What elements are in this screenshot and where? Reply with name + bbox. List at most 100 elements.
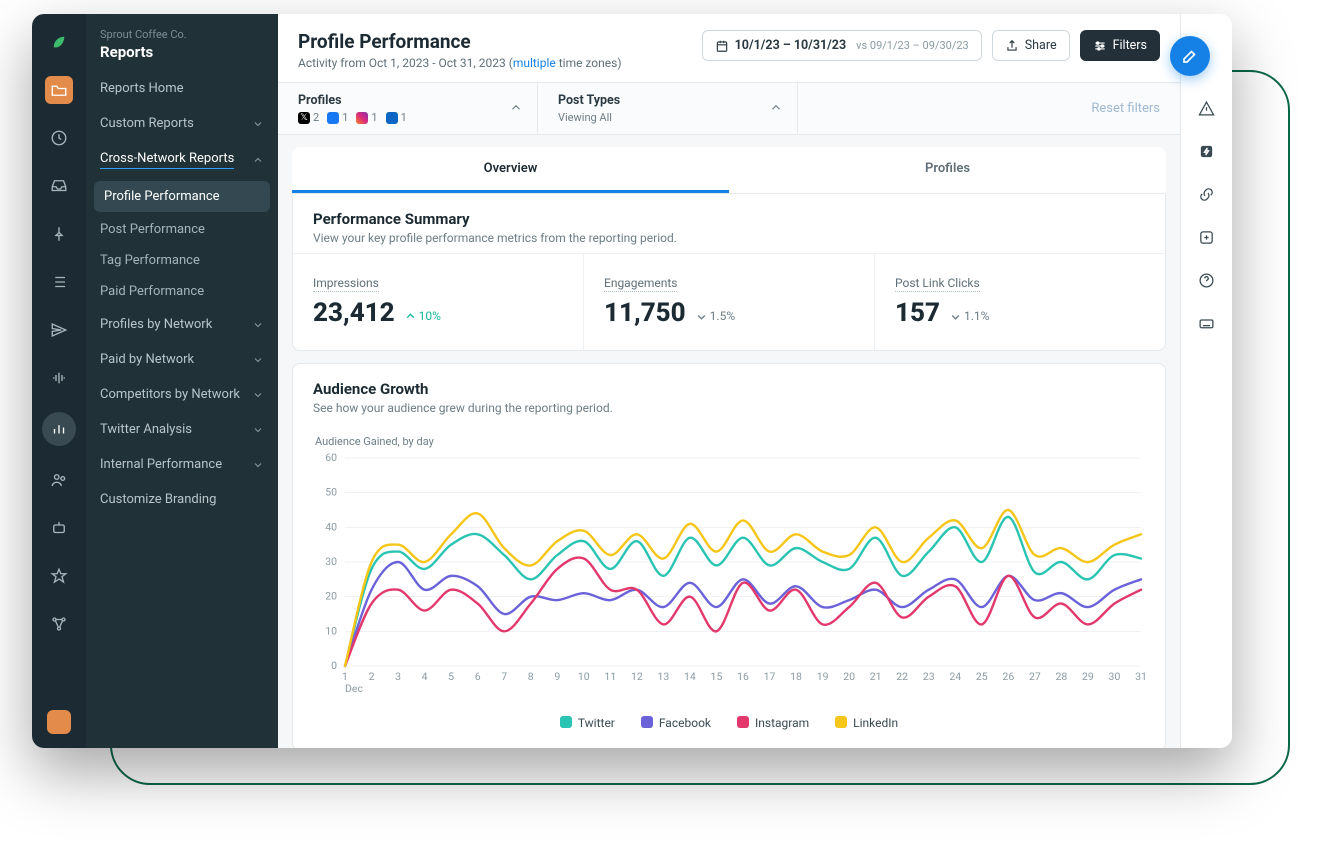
metric-label: Engagements: [604, 276, 677, 292]
alert-icon[interactable]: [1198, 100, 1215, 121]
svg-text:23: 23: [923, 670, 935, 683]
growth-title: Audience Growth: [313, 380, 1145, 398]
chevron-down-icon: [252, 118, 264, 130]
chevron-down-icon: [252, 459, 264, 471]
svg-text:30: 30: [325, 555, 337, 568]
svg-text:20: 20: [843, 670, 855, 683]
tab-profiles[interactable]: Profiles: [729, 147, 1166, 193]
date-range-button[interactable]: 10/1/23 – 10/31/23 vs 09/1/23 – 09/30/23: [702, 30, 982, 61]
svg-text:11: 11: [604, 670, 616, 683]
nav-profiles-by-network[interactable]: Profiles by Network: [86, 307, 278, 342]
metric-delta: 1.1%: [950, 309, 989, 323]
nav-internal-performance[interactable]: Internal Performance: [86, 447, 278, 482]
svg-text:30: 30: [1109, 670, 1121, 683]
avatar-icon[interactable]: [47, 710, 71, 734]
audio-icon[interactable]: [45, 364, 73, 392]
reset-filters-link[interactable]: Reset filters: [1091, 101, 1160, 116]
bar-chart-icon[interactable]: [42, 412, 76, 446]
filters-button[interactable]: Filters: [1080, 30, 1160, 61]
nav-post-performance[interactable]: Post Performance: [86, 214, 278, 245]
facebook-icon: [327, 112, 339, 124]
chart-legend: Twitter Facebook Instagram LinkedIn: [311, 706, 1147, 734]
summary-title: Performance Summary: [313, 210, 1145, 228]
section-title: Reports: [100, 43, 264, 61]
legend-linkedin: LinkedIn: [835, 716, 898, 730]
nav-twitter-analysis[interactable]: Twitter Analysis: [86, 412, 278, 447]
svg-text:0: 0: [331, 659, 337, 672]
svg-text:9: 9: [554, 670, 560, 683]
nav-paid-by-network[interactable]: Paid by Network: [86, 342, 278, 377]
nav-customize-branding[interactable]: Customize Branding: [86, 482, 278, 517]
keyboard-icon[interactable]: [1198, 315, 1215, 336]
timezone-link[interactable]: multiple: [513, 56, 556, 70]
star-icon[interactable]: [45, 562, 73, 590]
svg-text:16: 16: [737, 670, 749, 683]
chevron-down-icon: [252, 354, 264, 366]
svg-text:3: 3: [395, 670, 401, 683]
add-icon[interactable]: [1198, 229, 1215, 250]
svg-text:26: 26: [1002, 670, 1014, 683]
arrow-down-icon: [696, 310, 707, 321]
svg-text:24: 24: [949, 670, 961, 683]
metric-value: 23,412: [313, 298, 395, 328]
legend-twitter: Twitter: [560, 716, 615, 730]
nav-competitors-by-network[interactable]: Competitors by Network: [86, 377, 278, 412]
nav-tag-performance[interactable]: Tag Performance: [86, 245, 278, 276]
summary-subtitle: View your key profile performance metric…: [313, 231, 1145, 245]
nav-reports-home[interactable]: Reports Home: [86, 71, 278, 106]
chevron-up-icon: [509, 99, 523, 118]
compose-button[interactable]: [1170, 36, 1210, 76]
side-navigation: Sprout Coffee Co. Reports Reports Home C…: [86, 14, 278, 748]
network-icon[interactable]: [45, 610, 73, 638]
audience-growth-card: Audience Growth See how your audience gr…: [292, 363, 1166, 748]
svg-text:10: 10: [578, 670, 590, 683]
post-types-filter[interactable]: Post Types Viewing All: [538, 83, 798, 134]
list-icon[interactable]: [45, 268, 73, 296]
svg-text:31: 31: [1135, 670, 1147, 683]
svg-text:12: 12: [631, 670, 643, 683]
tabs: Overview Profiles: [292, 147, 1166, 193]
tab-overview[interactable]: Overview: [292, 147, 729, 193]
nav-paid-performance[interactable]: Paid Performance: [86, 276, 278, 307]
main-content: Profile Performance Activity from Oct 1,…: [278, 14, 1180, 748]
svg-text:25: 25: [976, 670, 988, 683]
people-icon[interactable]: [45, 466, 73, 494]
leaf-logo-icon[interactable]: [45, 28, 73, 56]
metric-card: Post Link Clicks1571.1%: [875, 254, 1165, 350]
bolt-icon[interactable]: [1198, 143, 1215, 164]
svg-text:60: 60: [325, 452, 337, 464]
right-rail: [1180, 14, 1232, 748]
nav-profile-performance[interactable]: Profile Performance: [94, 181, 270, 212]
compass-icon[interactable]: [45, 124, 73, 152]
bot-icon[interactable]: [45, 514, 73, 542]
metric-card: Engagements11,7501.5%: [584, 254, 875, 350]
calendar-icon: [715, 39, 729, 53]
arrow-up-icon: [405, 310, 416, 321]
folder-icon[interactable]: [45, 76, 73, 104]
nav-cross-network[interactable]: Cross-Network Reports: [86, 141, 278, 179]
send-icon[interactable]: [45, 316, 73, 344]
profiles-filter[interactable]: Profiles 𝕏2 1 1 1: [278, 83, 538, 134]
svg-text:19: 19: [817, 670, 829, 683]
svg-text:8: 8: [528, 670, 534, 683]
performance-summary-card: Performance Summary View your key profil…: [292, 193, 1166, 351]
inbox-icon[interactable]: [45, 172, 73, 200]
share-icon: [1005, 39, 1019, 53]
svg-text:15: 15: [711, 670, 723, 683]
nav-custom-reports[interactable]: Custom Reports: [86, 106, 278, 141]
pin-icon[interactable]: [45, 220, 73, 248]
topbar: Profile Performance Activity from Oct 1,…: [278, 14, 1180, 83]
chevron-down-icon: [252, 319, 264, 331]
filter-bar: Profiles 𝕏2 1 1 1 Post Types Viewing All: [278, 83, 1180, 135]
metric-value: 157: [895, 298, 940, 328]
metric-card: Impressions23,41210%: [293, 254, 584, 350]
svg-text:28: 28: [1055, 670, 1067, 683]
legend-facebook: Facebook: [641, 716, 711, 730]
link-icon[interactable]: [1198, 186, 1215, 207]
svg-text:40: 40: [325, 520, 337, 533]
help-icon[interactable]: [1198, 272, 1215, 293]
share-button[interactable]: Share: [992, 30, 1070, 61]
svg-text:21: 21: [870, 670, 882, 683]
legend-instagram: Instagram: [737, 716, 809, 730]
chart-subtitle: Audience Gained, by day: [315, 435, 1147, 448]
